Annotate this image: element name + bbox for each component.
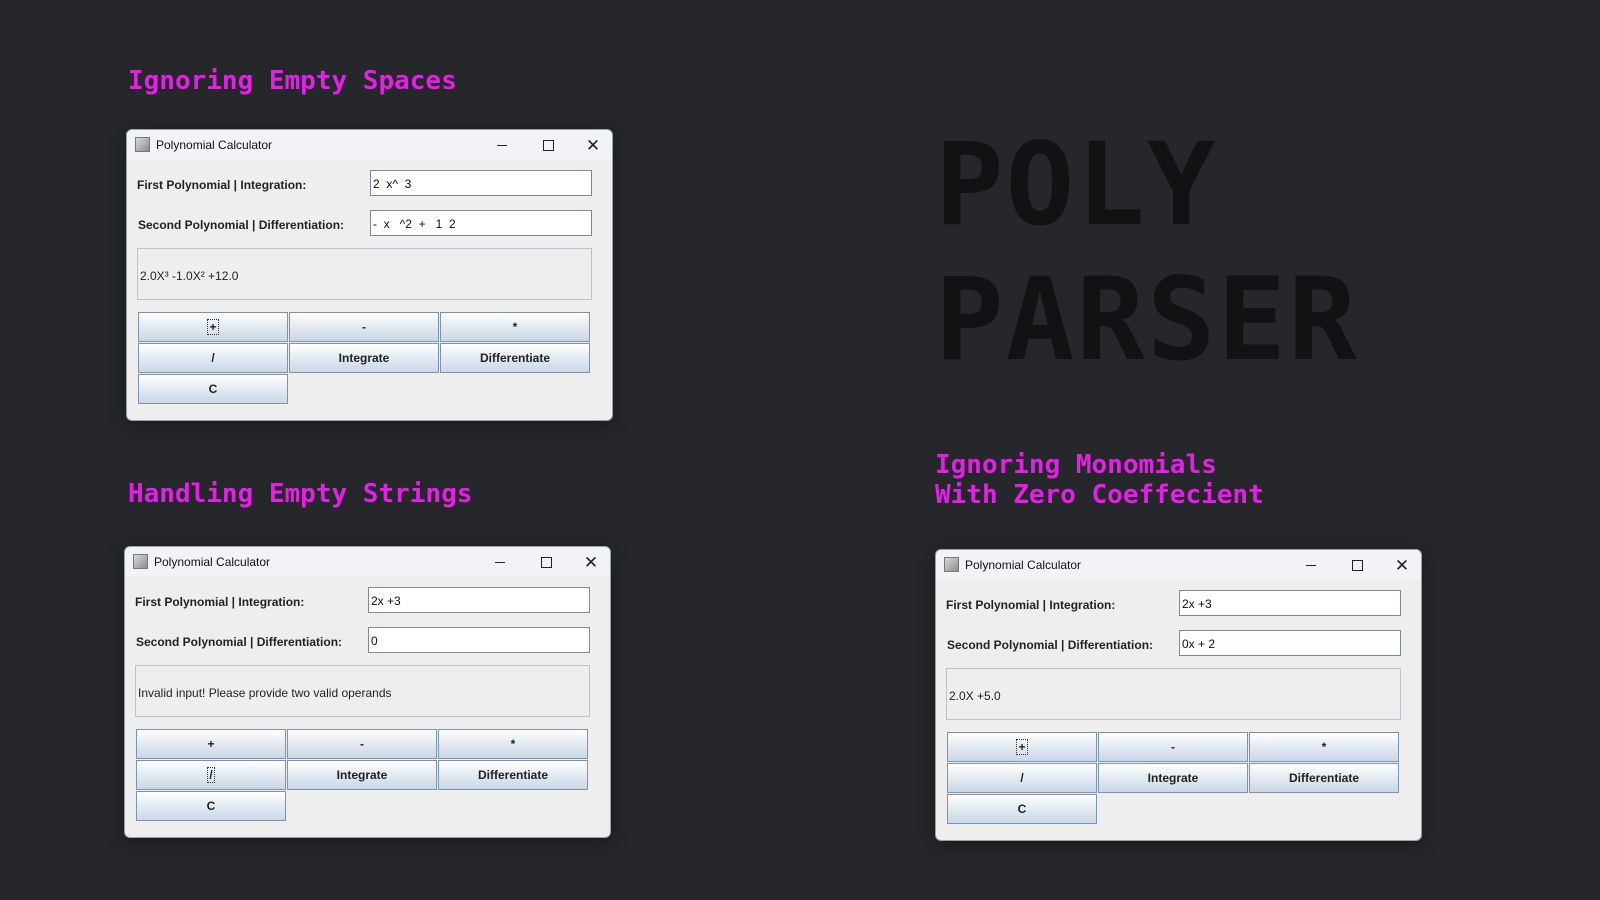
subtract-button[interactable]: - (1098, 732, 1248, 762)
integrate-button[interactable]: Integrate (1098, 763, 1248, 793)
big-title-line-1: POLY (935, 118, 1218, 251)
differentiate-button[interactable]: Differentiate (440, 343, 590, 373)
title-bar[interactable]: Polynomial Calculator ✕ (936, 550, 1421, 580)
window-title: Polynomial Calculator (156, 138, 273, 152)
heading-zero-line-1: Ignoring Monomials (935, 450, 1217, 480)
second-polynomial-label: Second Polynomial | Differentiation: (136, 635, 343, 649)
java-app-icon (135, 137, 150, 152)
add-button-label: + (1016, 739, 1028, 755)
multiply-button[interactable]: * (1249, 732, 1399, 762)
add-button[interactable]: + (136, 729, 286, 759)
second-polynomial-input[interactable]: 0x + 2 (1179, 630, 1401, 656)
result-display: Invalid input! Please provide two valid … (135, 665, 590, 717)
big-title-line-2: PARSER (935, 253, 1359, 386)
add-button[interactable]: + (138, 312, 288, 342)
differentiate-button[interactable]: Differentiate (438, 760, 588, 790)
second-polynomial-label: Second Polynomial | Differentiation: (138, 218, 345, 232)
second-polynomial-input[interactable]: - x ^2 + 1 2 (370, 210, 592, 236)
minimize-icon[interactable] (487, 134, 517, 156)
maximize-icon[interactable] (531, 551, 561, 573)
heading-ignoring-empty-spaces: Ignoring Empty Spaces (128, 66, 457, 96)
divide-button[interactable]: / (136, 760, 286, 790)
heading-zero-line-2: With Zero Coeffecient (935, 480, 1264, 510)
integrate-button[interactable]: Integrate (287, 760, 437, 790)
result-display: 2.0X³ -1.0X² +12.0 (137, 248, 592, 300)
first-polynomial-label: First Polynomial | Integration: (946, 598, 1116, 612)
close-icon[interactable]: ✕ (1387, 554, 1417, 576)
clear-button[interactable]: C (136, 791, 286, 821)
integrate-button[interactable]: Integrate (289, 343, 439, 373)
add-button[interactable]: + (947, 732, 1097, 762)
first-polynomial-input[interactable]: 2x +3 (368, 587, 590, 613)
first-polynomial-label: First Polynomial | Integration: (135, 595, 305, 609)
heading-handling-empty-strings: Handling Empty Strings (128, 479, 473, 509)
first-polynomial-input[interactable]: 2 x^ 3 (370, 170, 592, 196)
window-title: Polynomial Calculator (154, 555, 271, 569)
result-display: 2.0X +5.0 (946, 668, 1401, 720)
differentiate-button[interactable]: Differentiate (1249, 763, 1399, 793)
subtract-button[interactable]: - (287, 729, 437, 759)
clear-button[interactable]: C (138, 374, 288, 404)
minimize-icon[interactable] (1296, 554, 1326, 576)
title-bar[interactable]: Polynomial Calculator ✕ (125, 547, 610, 577)
divide-button[interactable]: / (138, 343, 288, 373)
second-polynomial-input[interactable]: 0 (368, 627, 590, 653)
first-polynomial-input[interactable]: 2x +3 (1179, 590, 1401, 616)
second-polynomial-label: Second Polynomial | Differentiation: (947, 638, 1154, 652)
minimize-icon[interactable] (485, 551, 515, 573)
calculator-window-spaces: Polynomial Calculator ✕ First Polynomial… (126, 129, 613, 421)
window-title: Polynomial Calculator (965, 558, 1082, 572)
maximize-icon[interactable] (1342, 554, 1372, 576)
maximize-icon[interactable] (533, 134, 563, 156)
calculator-window-empty-strings: Polynomial Calculator ✕ First Polynomial… (124, 546, 611, 838)
divide-button-label: / (207, 767, 215, 783)
multiply-button[interactable]: * (438, 729, 588, 759)
close-icon[interactable]: ✕ (576, 551, 606, 573)
divide-button[interactable]: / (947, 763, 1097, 793)
multiply-button[interactable]: * (440, 312, 590, 342)
subtract-button[interactable]: - (289, 312, 439, 342)
java-app-icon (133, 554, 148, 569)
clear-button[interactable]: C (947, 794, 1097, 824)
java-app-icon (944, 557, 959, 572)
calculator-window-zero-coefficient: Polynomial Calculator ✕ First Polynomial… (935, 549, 1422, 841)
close-icon[interactable]: ✕ (578, 134, 608, 156)
title-bar[interactable]: Polynomial Calculator ✕ (127, 130, 612, 160)
add-button-label: + (207, 319, 219, 335)
first-polynomial-label: First Polynomial | Integration: (137, 178, 307, 192)
